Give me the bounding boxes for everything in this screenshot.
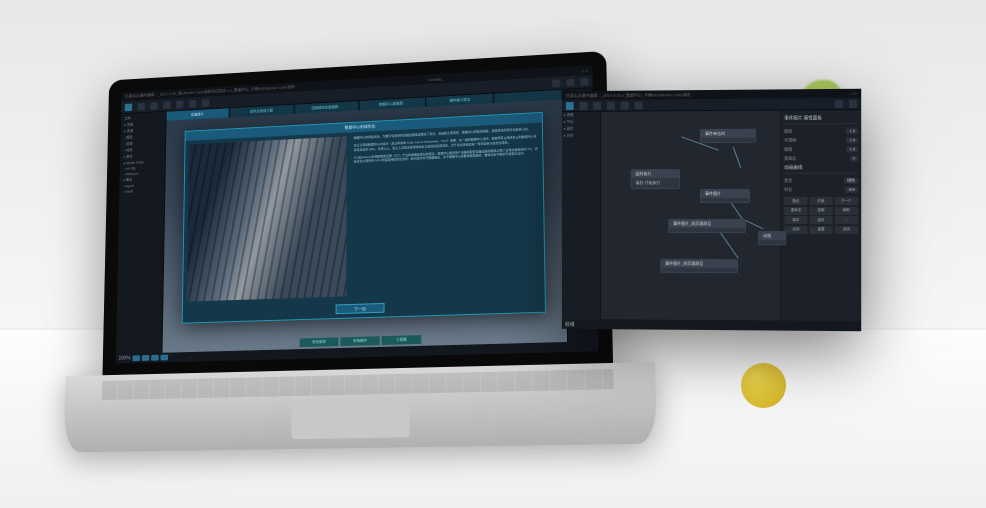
- zoom-icon[interactable]: [621, 101, 629, 109]
- props-button-grid: 融合 约束 下一个 重命名 拾取 刷新 事件 组件 … 应用 重置 关闭: [784, 197, 858, 234]
- copy-icon[interactable]: [189, 100, 196, 108]
- node-graph-canvas[interactable]: 事件单击时 延时执行 毫秒 开始执行 事件图片 事件图片_网页滚屏至 事件图片_…: [601, 111, 780, 321]
- 3d-viewport[interactable]: 实施简介 软件及系统工程 四种虚拟化超速算… 数据中心超速算… 硬件推介算法 ……: [162, 90, 567, 353]
- screen: 仿真实训课件编辑…_2017.9.25_黄sMonte Carlo调研测试版本.…: [116, 65, 599, 363]
- props-btn[interactable]: 应用: [784, 226, 808, 234]
- props-btn[interactable]: …: [834, 216, 858, 224]
- cut-icon[interactable]: [176, 100, 183, 108]
- node-delay[interactable]: 延时执行 毫秒 开始执行: [631, 169, 680, 189]
- redo-icon[interactable]: [607, 101, 615, 109]
- node-header: 事件图片: [701, 190, 749, 198]
- node-header: 动效: [759, 232, 785, 240]
- help-icon[interactable]: [580, 77, 588, 85]
- node-scroll-1[interactable]: 事件图片_网页滚屏至: [668, 219, 746, 233]
- dialog-text: 数据中心的持续增长，为数字化经济的基础设施建设奠定了基石，但是随之而来的，数据中…: [350, 123, 545, 301]
- trackpad: [291, 397, 409, 439]
- props-btn[interactable]: 关闭: [834, 226, 858, 234]
- node-image-evt[interactable]: 事件图片: [700, 189, 750, 203]
- paste-icon[interactable]: [202, 99, 210, 107]
- titlebar-doc: 仿真实训课件编辑…_2017.9.25.x_数据中心_手稿0916Monte C…: [566, 92, 691, 99]
- props-btn[interactable]: 拾取: [809, 206, 833, 214]
- prop-row: 时长300: [784, 185, 858, 194]
- settings-icon[interactable]: [849, 99, 857, 107]
- zoom-level[interactable]: 100%: [119, 356, 131, 362]
- home-icon[interactable]: [566, 102, 574, 110]
- props-btn[interactable]: 下一个: [834, 197, 858, 205]
- properties-panel[interactable]: 事件图片 属性面板 图层1.0 不透明1.0 缩放1.0 宽高比0 动画曲线 类…: [780, 110, 861, 321]
- node-header: 事件图片_网页滚屏至: [661, 260, 737, 268]
- fruit-decoration: [741, 363, 786, 408]
- laptop: 仿真实训课件编辑…_2017.9.25_黄sMonte Carlo调研测试版本.…: [101, 50, 636, 454]
- node-sidebar[interactable]: ▸ 资源 ▸ 节点 ▸ 组件 ▸ 历史: [562, 112, 601, 319]
- props-header: 事件图片 属性面板: [784, 113, 858, 125]
- window-close-icon[interactable]: ×: [855, 91, 857, 96]
- info-dialog: 数据中心的绿色化 数据中心的持续增长，为数字化经济的基础设施建设奠定了基石，但是…: [182, 112, 546, 324]
- props-btn[interactable]: 事件: [784, 216, 808, 224]
- node-wire: [733, 147, 741, 168]
- btab-security[interactable]: 安全监控: [300, 337, 339, 347]
- props-btn[interactable]: 刷新: [834, 206, 858, 214]
- tree-item[interactable]: ▸ 历史: [562, 133, 600, 140]
- bottom-pill-tabs: 安全监控 系统维护 工具箱: [300, 335, 422, 347]
- prop-row: 不透明1.0: [784, 135, 858, 144]
- status-chip-icon[interactable]: [132, 355, 140, 361]
- props-btn[interactable]: 组件: [809, 216, 833, 224]
- ide-window-primary: 仿真实训课件编辑…_2017.9.25_黄sMonte Carlo调研测试版本.…: [116, 65, 599, 363]
- node-event-click[interactable]: 事件单击时: [700, 129, 756, 143]
- node-anim[interactable]: 动效: [758, 231, 786, 245]
- grid-icon[interactable]: [635, 101, 643, 109]
- save-icon[interactable]: [580, 101, 588, 109]
- laptop-keyboard: [64, 362, 657, 453]
- settings-icon[interactable]: [566, 78, 574, 86]
- status-chip-icon[interactable]: [160, 355, 168, 361]
- tree-item[interactable]: ▫ result: [121, 187, 162, 194]
- next-page-button[interactable]: 下一页: [336, 303, 385, 314]
- ide-window-node-editor: 仿真实训课件编辑…_2017.9.25.x_数据中心_手稿0916Monte C…: [562, 89, 861, 332]
- play-icon[interactable]: [835, 99, 843, 107]
- status-chip-icon[interactable]: [151, 355, 159, 361]
- status-text: 就绪: [565, 320, 575, 327]
- save-icon[interactable]: [138, 102, 145, 110]
- prop-row: 缩放1.0: [784, 144, 858, 153]
- props-btn[interactable]: 约束: [809, 197, 833, 205]
- props-btn[interactable]: 重命名: [784, 206, 808, 214]
- project-tree-sidebar[interactable]: 文件 ▸ 场景 ▸ 资源 ▫ 模型 ▫ 贴图 ▫ 材质 ▸ 脚本 ▸ Monte…: [116, 112, 167, 354]
- btab-maint[interactable]: 系统维护: [340, 336, 379, 346]
- btab-tools[interactable]: 工具箱: [382, 335, 422, 345]
- node-header: 事件单击时: [701, 130, 755, 138]
- screen-bezel: 仿真实训课件编辑…_2017.9.25_黄sMonte Carlo调研测试版本.…: [102, 51, 613, 377]
- node-scroll-2[interactable]: 事件图片_网页滚屏至: [660, 259, 738, 273]
- search-icon[interactable]: [552, 79, 560, 87]
- prop-row: 图层1.0: [784, 126, 858, 135]
- window-close-icon[interactable]: ×: [586, 68, 588, 73]
- home-icon[interactable]: [125, 103, 132, 111]
- node-row: 毫秒 开始执行: [636, 180, 676, 186]
- prop-row: 宽高比0: [784, 153, 858, 162]
- props-btn[interactable]: 融合: [784, 197, 808, 205]
- redo-icon[interactable]: [163, 101, 170, 109]
- props-btn[interactable]: 重置: [809, 226, 833, 234]
- undo-icon[interactable]: [593, 101, 601, 109]
- undo-icon[interactable]: [150, 102, 157, 110]
- node-header: 事件图片_网页滚屏至: [669, 220, 745, 228]
- prop-row: 类型线性: [784, 176, 858, 185]
- status-chip-icon[interactable]: [142, 355, 150, 361]
- node-header: 延时执行: [632, 170, 680, 178]
- datacenter-image: [187, 136, 346, 301]
- props-subheader: 动画曲线: [784, 163, 858, 174]
